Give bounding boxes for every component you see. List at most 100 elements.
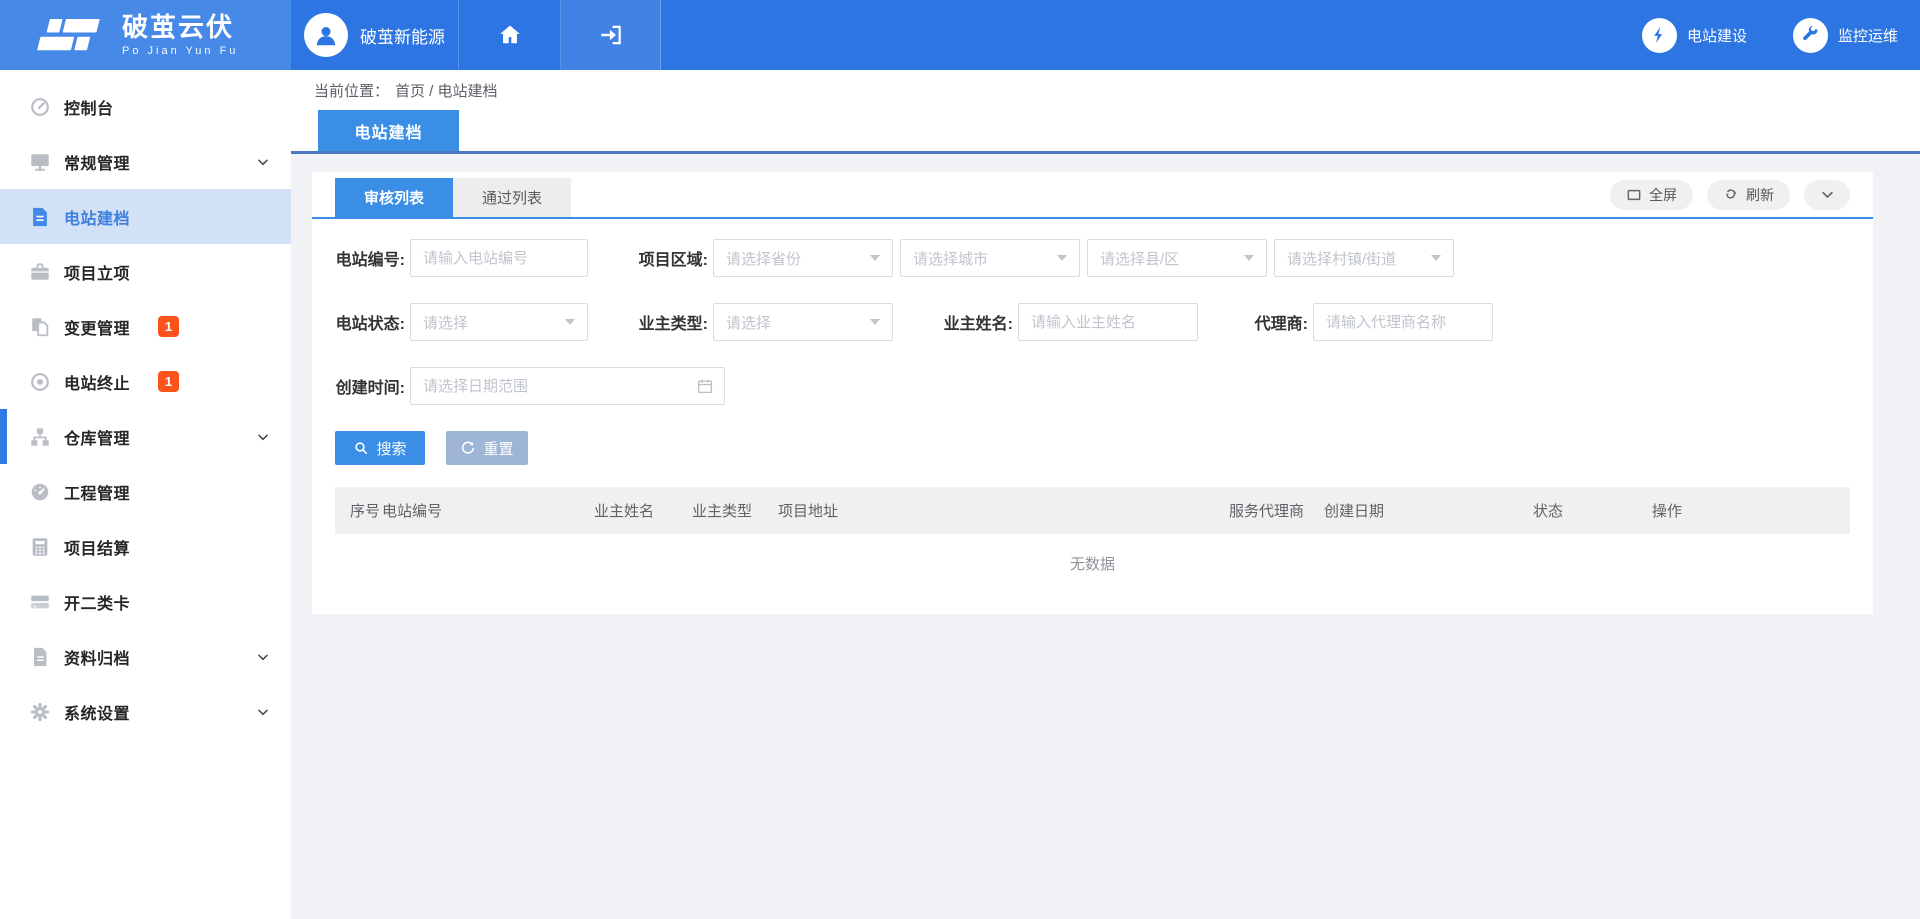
- logout-button[interactable]: [561, 0, 661, 70]
- caret-down-icon: [1244, 255, 1254, 261]
- header-user-section[interactable]: 破茧新能源: [291, 0, 459, 70]
- content-panel: 审核列表 通过列表 全屏 刷新: [312, 172, 1873, 614]
- calendar-icon: [696, 377, 714, 395]
- town-select[interactable]: 请选择村镇/街道: [1274, 239, 1454, 277]
- sidebar-item-project-initiation[interactable]: 项目立项: [0, 244, 291, 299]
- station-status-label: 电站状态:: [335, 310, 405, 334]
- main-content: 当前位置： 首页 / 电站建档 电站建档 审核列表 通过列表 全屏: [291, 70, 1920, 919]
- gear-icon: [29, 701, 51, 723]
- search-icon: [353, 440, 369, 456]
- station-no-input[interactable]: [410, 239, 588, 277]
- sidebar-item-general-mgmt[interactable]: 常规管理: [0, 134, 291, 189]
- nav-station-build[interactable]: 电站建设: [1642, 18, 1747, 53]
- sitemap-icon: [29, 426, 51, 448]
- sidebar-nav: 控制台 常规管理 电站建档 项目立项 变更管理 1 电站终止 1 仓库管理: [0, 70, 291, 919]
- agent-input[interactable]: [1313, 303, 1493, 341]
- brand-logo: 破茧云伏 Po Jian Yun Fu: [0, 0, 291, 70]
- col-project-address: 项目地址: [778, 487, 1229, 534]
- create-time-label: 创建时间:: [335, 374, 405, 398]
- chevron-down-icon: [1820, 187, 1835, 202]
- sidebar-item-open-card[interactable]: 开二类卡: [0, 574, 291, 629]
- caret-down-icon: [870, 255, 880, 261]
- gauge-icon: [29, 481, 51, 503]
- city-select[interactable]: 请选择城市: [900, 239, 1080, 277]
- date-range-input[interactable]: [410, 367, 725, 405]
- company-name: 破茧新能源: [360, 23, 445, 48]
- owner-type-label: 业主类型:: [638, 310, 708, 334]
- owner-name-input[interactable]: [1018, 303, 1198, 341]
- col-create-date: 创建日期: [1324, 487, 1533, 534]
- col-actions: 操作: [1652, 487, 1850, 534]
- owner-type-select[interactable]: 请选择: [713, 303, 893, 341]
- sidebar-item-warehouse-mgmt[interactable]: 仓库管理: [0, 409, 291, 464]
- badge-count: 1: [158, 316, 179, 337]
- briefcase-icon: [29, 261, 51, 283]
- sidebar-item-data-archive[interactable]: 资料归档: [0, 629, 291, 684]
- lightning-icon: [1642, 18, 1677, 53]
- chevron-down-icon: [256, 705, 270, 719]
- top-header: 破茧云伏 Po Jian Yun Fu 破茧新能源 电站建设: [0, 0, 1920, 70]
- copy-icon: [29, 316, 51, 338]
- refresh-button[interactable]: 刷新: [1707, 180, 1790, 210]
- calculator-icon: [29, 536, 51, 558]
- empty-state: 无数据: [335, 534, 1850, 593]
- chevron-down-icon: [256, 650, 270, 664]
- station-status-select[interactable]: 请选择: [410, 303, 588, 341]
- logo-subtitle: Po Jian Yun Fu: [122, 46, 238, 57]
- breadcrumb-prefix: 当前位置：: [314, 80, 389, 101]
- sign-in-icon: [598, 22, 624, 48]
- sidebar-item-engineering-mgmt[interactable]: 工程管理: [0, 464, 291, 519]
- archive-icon: [29, 646, 51, 668]
- panel-header: 审核列表 通过列表 全屏 刷新: [312, 172, 1873, 219]
- region-label: 项目区域:: [638, 246, 708, 270]
- fullscreen-icon: [1626, 187, 1642, 203]
- caret-down-icon: [565, 319, 575, 325]
- sidebar-item-project-settlement[interactable]: 项目结算: [0, 519, 291, 574]
- district-select[interactable]: 请选择县/区: [1087, 239, 1267, 277]
- col-status: 状态: [1533, 487, 1652, 534]
- caret-down-icon: [1431, 255, 1441, 261]
- table-header-row: 序号 电站编号 业主姓名 业主类型 项目地址 服务代理商 创建日期 状态 操作: [335, 487, 1850, 534]
- chevron-down-icon: [256, 430, 270, 444]
- sidebar-item-console[interactable]: 控制台: [0, 79, 291, 134]
- reset-icon: [460, 440, 476, 456]
- reset-button[interactable]: 重置: [446, 431, 528, 465]
- brand-mark-icon: [32, 14, 108, 56]
- page-tab-station-archive[interactable]: 电站建档: [318, 110, 459, 151]
- col-station-no: 电站编号: [382, 487, 594, 534]
- target-icon: [29, 371, 51, 393]
- owner-name-label: 业主姓名:: [943, 310, 1013, 334]
- sidebar-item-station-archive[interactable]: 电站建档: [0, 189, 291, 244]
- monitor-icon: [29, 151, 51, 173]
- breadcrumb: 当前位置： 首页 / 电站建档: [291, 70, 1920, 110]
- user-avatar-icon: [304, 13, 348, 57]
- home-button[interactable]: [459, 0, 561, 70]
- nav-monitor-ops[interactable]: 监控运维: [1793, 18, 1898, 53]
- document-icon: [29, 206, 51, 228]
- badge-count: 1: [158, 371, 179, 392]
- card-icon: [29, 591, 51, 613]
- sidebar-item-change-mgmt[interactable]: 变更管理 1: [0, 299, 291, 354]
- caret-down-icon: [1057, 255, 1067, 261]
- col-owner-type: 业主类型: [692, 487, 778, 534]
- page-tab-strip: 电站建档: [291, 110, 1920, 154]
- search-button[interactable]: 搜索: [335, 431, 425, 465]
- chevron-down-icon: [256, 155, 270, 169]
- collapse-button[interactable]: [1804, 180, 1850, 210]
- province-select[interactable]: 请选择省份: [713, 239, 893, 277]
- tab-passed-list[interactable]: 通过列表: [453, 178, 571, 217]
- results-table: 序号 电站编号 业主姓名 业主类型 项目地址 服务代理商 创建日期 状态 操作: [335, 487, 1850, 534]
- tab-review-list[interactable]: 审核列表: [335, 178, 453, 217]
- fullscreen-button[interactable]: 全屏: [1610, 180, 1693, 210]
- agent-label: 代理商:: [1248, 310, 1308, 334]
- home-icon: [497, 22, 523, 48]
- sidebar-item-station-termination[interactable]: 电站终止 1: [0, 354, 291, 409]
- sidebar-item-system-settings[interactable]: 系统设置: [0, 684, 291, 739]
- wrench-icon: [1793, 18, 1828, 53]
- app-root: 破茧云伏 Po Jian Yun Fu 破茧新能源 电站建设: [0, 0, 1920, 919]
- col-index: 序号: [335, 487, 382, 534]
- dashboard-icon: [29, 96, 51, 118]
- col-service-agent: 服务代理商: [1229, 487, 1324, 534]
- caret-down-icon: [870, 319, 880, 325]
- breadcrumb-path: 首页 / 电站建档: [395, 80, 498, 101]
